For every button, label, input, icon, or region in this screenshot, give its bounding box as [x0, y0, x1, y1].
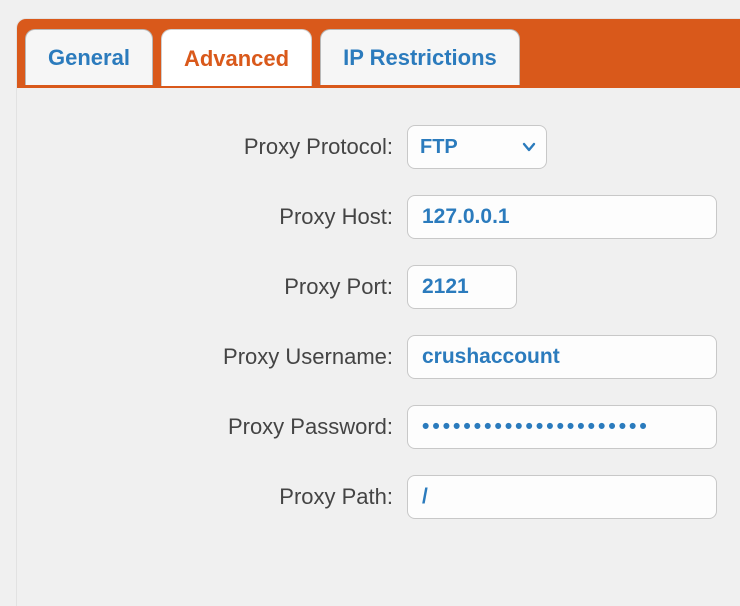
tab-general[interactable]: General [25, 29, 153, 85]
label-port: Proxy Port: [17, 274, 407, 300]
proxy-username-input[interactable] [407, 335, 717, 379]
proxy-protocol-select[interactable]: FTP [407, 125, 547, 169]
tabs: General Advanced IP Restrictions [25, 29, 520, 87]
row-protocol: Proxy Protocol: FTP [17, 124, 740, 170]
row-password: Proxy Password: [17, 404, 740, 450]
row-port: Proxy Port: [17, 264, 740, 310]
row-path: Proxy Path: [17, 474, 740, 520]
label-username: Proxy Username: [17, 344, 407, 370]
label-password: Proxy Password: [17, 414, 407, 440]
chevron-down-icon [522, 140, 536, 154]
tab-advanced-label: Advanced [184, 46, 289, 72]
settings-advanced-panel: General Advanced IP Restrictions Proxy P… [0, 18, 740, 606]
form-panel: Proxy Protocol: FTP Proxy Host: Proxy Po… [16, 86, 740, 606]
tab-advanced[interactable]: Advanced [161, 29, 312, 87]
row-username: Proxy Username: [17, 334, 740, 380]
proxy-protocol-value: FTP [420, 136, 458, 159]
tab-bar: General Advanced IP Restrictions [16, 18, 740, 86]
label-path: Proxy Path: [17, 484, 407, 510]
tab-ip-restrictions-label: IP Restrictions [343, 45, 497, 71]
tab-ip-restrictions[interactable]: IP Restrictions [320, 29, 520, 85]
proxy-host-input[interactable] [407, 195, 717, 239]
proxy-port-input[interactable] [407, 265, 517, 309]
row-host: Proxy Host: [17, 194, 740, 240]
label-host: Proxy Host: [17, 204, 407, 230]
tabbar-underline [17, 86, 740, 88]
proxy-path-input[interactable] [407, 475, 717, 519]
proxy-password-input[interactable] [407, 405, 717, 449]
label-protocol: Proxy Protocol: [17, 134, 407, 160]
tab-general-label: General [48, 45, 130, 71]
